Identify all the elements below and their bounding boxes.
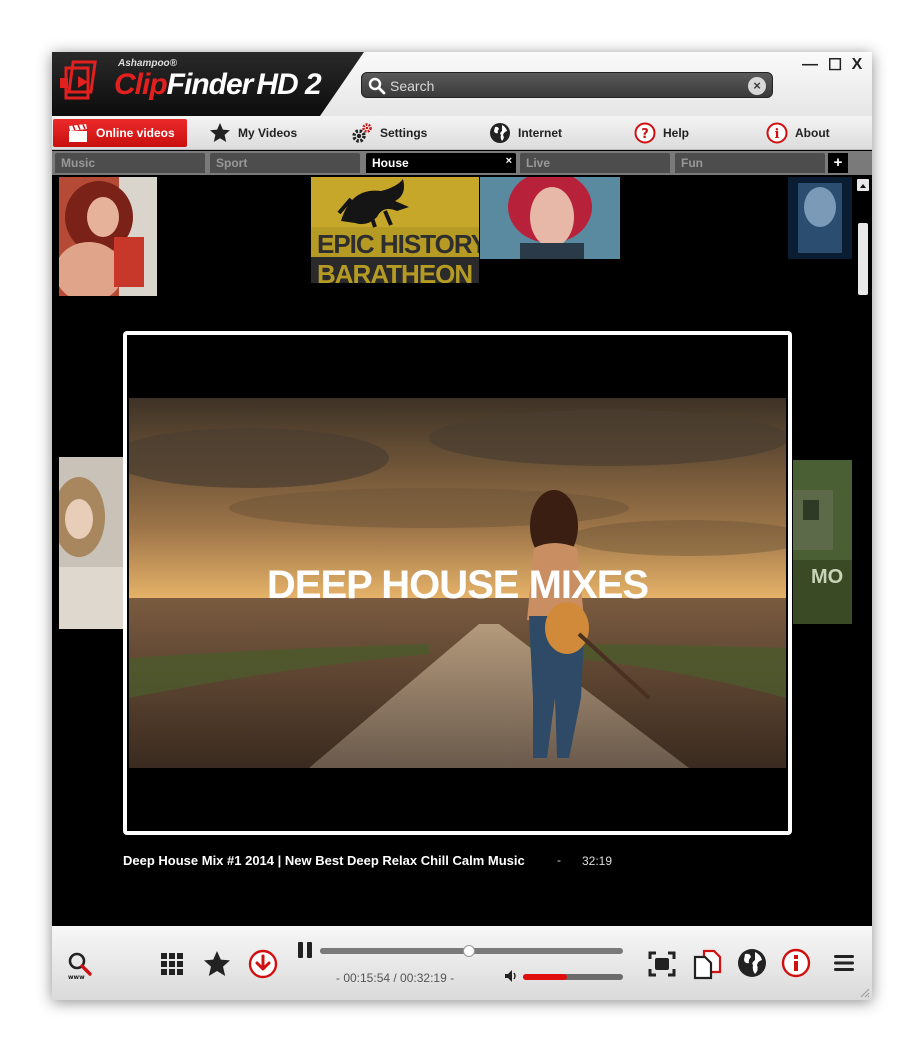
favorite-star-icon[interactable] xyxy=(202,949,232,979)
minimize-button[interactable]: — xyxy=(801,56,819,74)
info-icon: i xyxy=(766,122,788,144)
nav-settings[interactable]: Settings xyxy=(351,119,427,147)
tab-house[interactable]: House × xyxy=(366,153,516,173)
clapperboard-icon xyxy=(69,124,87,142)
nav-my-videos-label: My Videos xyxy=(238,126,298,140)
video-thumbnail[interactable]: EPIC HISTORY: BARATHEON xyxy=(311,177,479,283)
thumbnail-title-line2: BARATHEON xyxy=(317,259,473,283)
playback-controls: www - 00:15:54 / 00:32:19 - xyxy=(52,926,872,1000)
resize-grip-icon[interactable] xyxy=(858,986,870,998)
search-icon xyxy=(368,77,386,95)
tab-sport[interactable]: Sport xyxy=(210,153,360,173)
time-display: - 00:15:54 / 00:32:19 - xyxy=(336,971,455,985)
nav-about-label: About xyxy=(795,126,830,140)
search-box[interactable]: × xyxy=(361,72,773,98)
thumbnail-title-line1: EPIC HISTORY: xyxy=(317,229,479,259)
tab-fun[interactable]: Fun xyxy=(675,153,825,173)
video-grid: EPIC HISTORY: BARATHEON MO DEEP HOUSE MI… xyxy=(52,175,872,978)
arrow-up-icon xyxy=(860,184,866,188)
app-name-clip: Clip xyxy=(114,68,168,101)
app-name-hd: HD 2 xyxy=(256,68,321,101)
copy-icon[interactable] xyxy=(692,948,722,980)
nav-help-label: Help xyxy=(663,126,690,140)
globe-icon xyxy=(490,123,510,143)
star-icon xyxy=(210,123,230,142)
video-title-separator: - xyxy=(557,853,561,867)
nav-online-videos-label: Online videos xyxy=(96,126,175,140)
scroll-thumb[interactable] xyxy=(858,223,868,295)
video-frame[interactable]: DEEP HOUSE MIXES xyxy=(129,398,786,768)
content-scrollbar[interactable] xyxy=(854,175,872,978)
info-icon[interactable] xyxy=(781,948,811,978)
thumbnail-image xyxy=(480,177,620,259)
nav-internet[interactable]: Internet xyxy=(489,119,562,147)
thumbnail-title: MO xyxy=(811,566,844,588)
title-bar: Ashampoo® ClipFinderHD 2 × — ☐ X xyxy=(52,52,872,116)
fullscreen-icon[interactable] xyxy=(648,951,676,977)
video-thumbnail[interactable]: MO xyxy=(793,460,852,624)
category-tabs: Music Sport House × Live Fun + xyxy=(52,151,872,175)
video-title: Deep House Mix #1 2014 | New Best Deep R… xyxy=(123,853,525,868)
thumbnail-image xyxy=(788,177,852,259)
question-icon: ? xyxy=(634,122,656,144)
volume-slider[interactable] xyxy=(523,974,623,980)
app-logo: Ashampoo® ClipFinder HD 2 xyxy=(52,52,364,116)
app-name-finder: Finder xyxy=(166,68,254,101)
maximize-button[interactable]: ☐ xyxy=(826,55,844,75)
nav-my-videos[interactable]: My Videos xyxy=(209,119,297,147)
nav-online-videos[interactable]: Online videos xyxy=(53,119,187,147)
svg-text:?: ? xyxy=(641,127,649,142)
svg-text:i: i xyxy=(775,127,780,142)
search-clear-button[interactable]: × xyxy=(748,77,766,95)
nav-about[interactable]: i About xyxy=(766,119,830,147)
menu-icon[interactable] xyxy=(833,953,855,973)
seek-bar-knob[interactable] xyxy=(463,945,476,957)
main-nav: Online videos My Videos Settings Interne… xyxy=(52,116,872,150)
add-tab-button[interactable]: + xyxy=(828,153,848,173)
scroll-up-button[interactable] xyxy=(857,179,869,191)
video-thumbnail[interactable] xyxy=(59,177,157,296)
pause-icon[interactable] xyxy=(296,940,314,960)
video-thumbnail[interactable] xyxy=(788,177,852,259)
close-button[interactable]: X xyxy=(848,56,866,74)
tab-close-icon[interactable]: × xyxy=(506,155,512,167)
volume-slider-fill xyxy=(523,974,567,980)
app-name: ClipFinder HD 2 xyxy=(114,68,322,102)
video-duration: 32:19 xyxy=(582,854,613,868)
grid-view-icon[interactable] xyxy=(159,951,185,977)
globe-icon[interactable] xyxy=(737,948,767,978)
thumbnail-image xyxy=(793,460,852,624)
web-search-icon[interactable]: www xyxy=(66,950,96,980)
nav-help[interactable]: ? Help xyxy=(634,119,689,147)
video-thumbnail[interactable] xyxy=(480,177,620,259)
thumbnail-image xyxy=(59,177,157,296)
tab-music[interactable]: Music xyxy=(55,153,205,173)
video-player[interactable]: DEEP HOUSE MIXES xyxy=(123,331,792,835)
svg-text:www: www xyxy=(68,974,85,980)
tab-live[interactable]: Live xyxy=(520,153,670,173)
volume-icon[interactable] xyxy=(504,969,518,983)
app-window: Ashampoo® ClipFinderHD 2 × — ☐ X Online … xyxy=(52,52,872,1000)
video-overlay-title: DEEP HOUSE MIXES xyxy=(266,563,649,607)
seek-bar-fill xyxy=(320,948,470,954)
nav-internet-label: Internet xyxy=(518,126,563,140)
download-icon[interactable] xyxy=(248,949,278,979)
seek-bar[interactable] xyxy=(320,945,623,957)
clip-logo-icon xyxy=(60,60,97,100)
tab-house-label: House xyxy=(372,156,409,170)
gears-icon xyxy=(352,123,372,143)
nav-settings-label: Settings xyxy=(380,126,428,140)
search-input[interactable] xyxy=(390,76,740,96)
video-thumbnail[interactable] xyxy=(59,457,123,629)
thumbnail-image xyxy=(59,457,123,629)
